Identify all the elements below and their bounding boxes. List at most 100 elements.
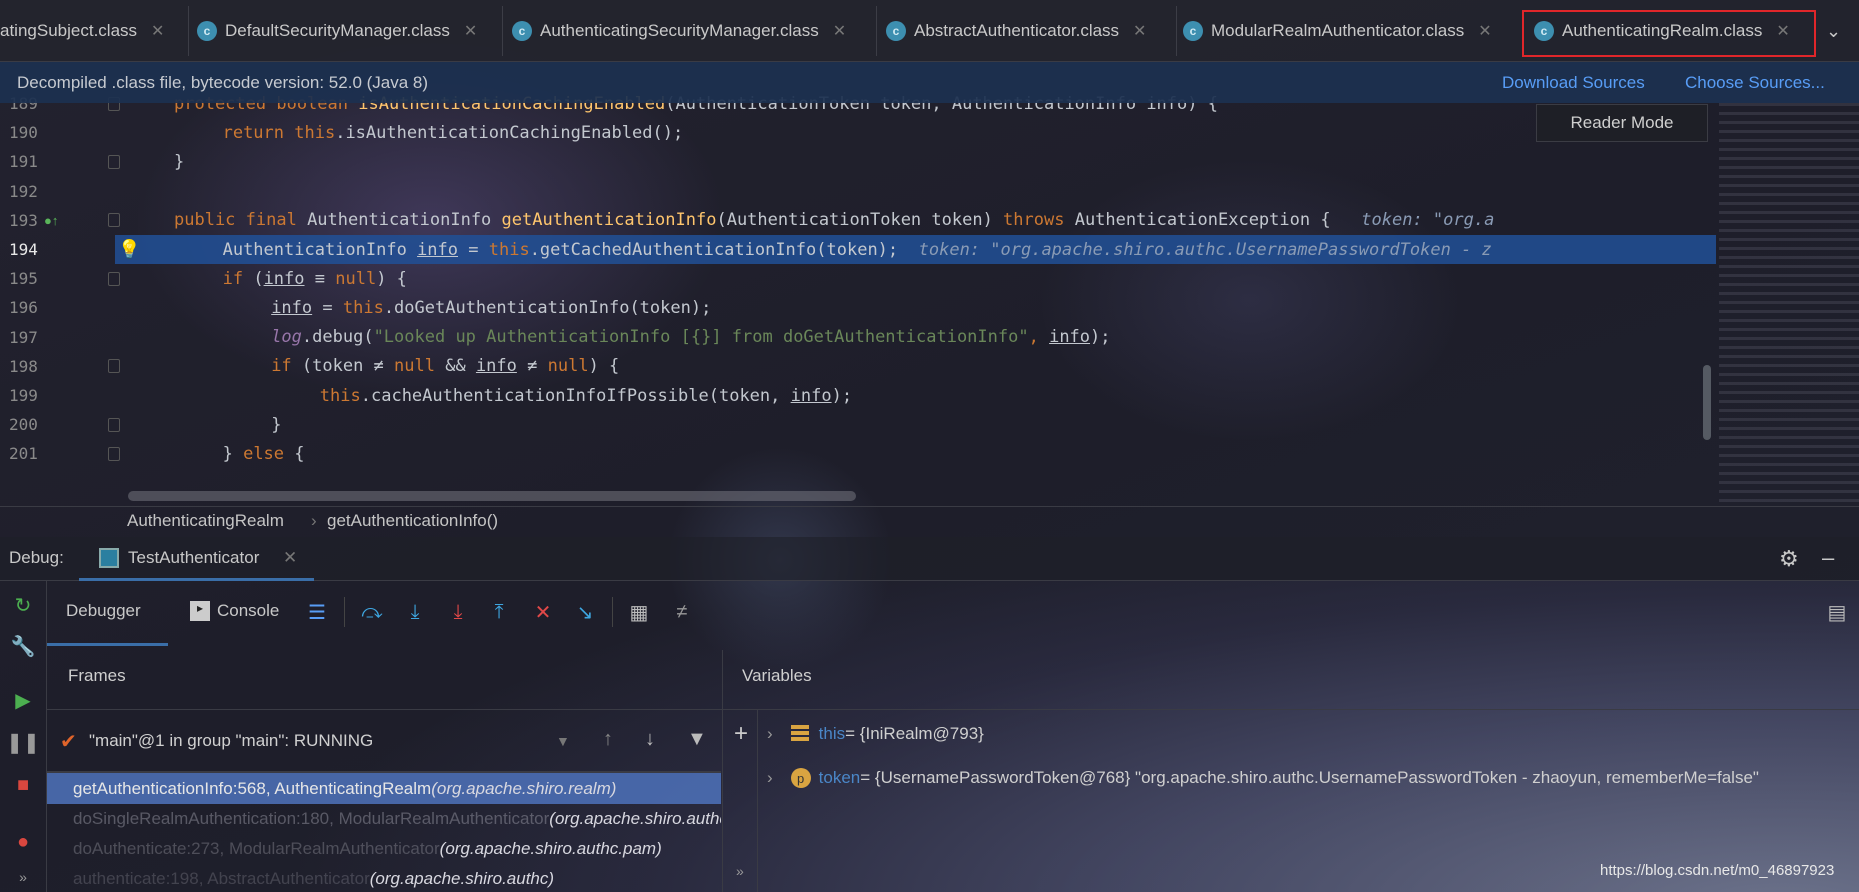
editor-tab[interactable]: c AuthenticatingSecurityManager.class ✕ xyxy=(512,0,846,62)
download-sources-link[interactable]: Download Sources xyxy=(1502,73,1645,93)
filter-icon[interactable]: ▼ xyxy=(687,728,707,751)
drop-frame-icon[interactable]: ✕ xyxy=(531,600,555,624)
line-number[interactable]: 201 xyxy=(9,444,49,463)
code-line[interactable]: 201} else { xyxy=(0,439,1718,468)
override-marker-icon[interactable]: ●↑ xyxy=(44,213,58,228)
close-icon[interactable]: ✕ xyxy=(833,21,846,41)
code-line[interactable]: 200} xyxy=(0,410,1718,439)
code-line[interactable]: 196 info = this.doGetAuthenticationInfo(t… xyxy=(0,293,1718,322)
dropdown-arrow-icon[interactable]: ▼ xyxy=(556,733,570,749)
close-icon[interactable]: ✕ xyxy=(1133,21,1146,41)
close-icon[interactable]: ✕ xyxy=(283,548,297,568)
close-icon[interactable]: ✕ xyxy=(151,21,164,41)
code-line[interactable]: 192 xyxy=(0,177,1718,206)
intention-bulb-icon[interactable]: 💡 xyxy=(118,239,140,260)
gear-icon[interactable]: ⚙ xyxy=(1779,546,1799,572)
step-over-icon[interactable]: ⤼ xyxy=(360,600,384,624)
code-editor[interactable]: 189 protected boolean isAuthenticationCac… xyxy=(0,89,1718,506)
frame-row[interactable]: doSingleRealmAuthentication:180, Modular… xyxy=(47,806,721,832)
step-into-icon[interactable]: ⤓ xyxy=(403,600,427,624)
variables-title: Variables xyxy=(742,666,812,685)
pause-icon[interactable]: ❚❚ xyxy=(6,729,40,755)
fold-marker-icon[interactable] xyxy=(108,271,120,286)
console-icon: ▸ xyxy=(190,601,210,621)
layout-icon[interactable]: ▤ xyxy=(1825,600,1849,624)
code-line[interactable]: 199 this.cacheAuthenticationInfoIfPossibl… xyxy=(0,381,1718,410)
more-icon[interactable]: » xyxy=(10,864,36,890)
line-number[interactable]: 191 xyxy=(9,152,49,171)
reader-mode-button[interactable]: Reader Mode xyxy=(1536,104,1708,142)
minimize-icon[interactable]: – xyxy=(1822,545,1834,571)
frame-row[interactable]: doAuthenticate:273, ModularRealmAuthenti… xyxy=(47,836,721,862)
expand-arrow-icon[interactable]: › xyxy=(767,724,773,744)
code-line[interactable]: 193 ●↑ public final AuthenticationInfo get… xyxy=(0,206,1718,235)
code-line[interactable]: 190 return this.isAuthenticationCachingEn… xyxy=(0,118,1718,147)
editor-tab[interactable]: c AbstractAuthenticator.class ✕ xyxy=(886,0,1146,62)
tab-list-chevron-icon[interactable]: ⌄ xyxy=(1826,0,1841,62)
resume-icon[interactable]: ▶ xyxy=(10,687,36,713)
step-out-icon[interactable]: ⤒ xyxy=(487,600,511,624)
thread-selector[interactable]: "main"@1 in group "main": RUNNING xyxy=(89,731,373,751)
next-frame-icon[interactable]: ↓ xyxy=(645,728,655,751)
choose-sources-link[interactable]: Choose Sources... xyxy=(1685,73,1825,93)
fold-marker-icon[interactable] xyxy=(108,417,120,432)
code-line[interactable]: 197 log.debug("Looked up AuthenticationIn… xyxy=(0,323,1718,352)
variable-row[interactable]: › p token = {UsernamePasswordToken@768} "o… xyxy=(759,763,1759,793)
breadcrumb-method[interactable]: getAuthenticationInfo() xyxy=(327,511,498,531)
code-token: AuthenticationInfo xyxy=(307,210,502,231)
line-number[interactable]: 190 xyxy=(9,123,49,142)
view-breakpoints-icon[interactable]: ● xyxy=(10,829,36,855)
close-icon[interactable]: ✕ xyxy=(464,21,477,41)
close-icon[interactable]: ✕ xyxy=(1478,21,1491,41)
editor-tab[interactable]: c ModularRealmAuthenticator.class ✕ xyxy=(1183,0,1492,62)
frame-row[interactable]: getAuthenticationInfo:568, Authenticatin… xyxy=(47,773,721,804)
code-line[interactable]: 195 if (info ≡ null) { xyxy=(0,264,1718,293)
evaluate-expression-icon[interactable]: ▦ xyxy=(627,600,651,624)
debug-label: Debug: xyxy=(9,548,64,567)
frames-title: Frames xyxy=(68,666,126,685)
run-to-cursor-icon[interactable]: ↘ xyxy=(573,600,597,624)
code-token: token: "org.apache.shiro.authc.UsernameP… xyxy=(918,239,1492,260)
editor-tab[interactable]: c DefaultSecurityManager.class ✕ xyxy=(197,0,477,62)
line-number[interactable]: 197 xyxy=(9,328,49,347)
breadcrumb-class[interactable]: AuthenticatingRealm xyxy=(127,511,284,531)
previous-frame-icon[interactable]: ↑ xyxy=(603,728,613,751)
variable-row[interactable]: › this = {IniRealm@793} xyxy=(759,719,984,749)
show-execution-point-icon[interactable]: ☰ xyxy=(305,600,329,624)
editor-tab-bar: atingSubject.class ✕ c DefaultSecurityMana… xyxy=(0,0,1859,62)
line-number[interactable]: 200 xyxy=(9,415,49,434)
line-number[interactable]: 198 xyxy=(9,357,49,376)
console-tab[interactable]: Console xyxy=(217,601,279,621)
fold-marker-icon[interactable] xyxy=(108,154,120,169)
line-number[interactable]: 193 xyxy=(9,211,49,230)
code-line[interactable]: 198 if (token ≠ null && info ≠ null) { xyxy=(0,352,1718,381)
fold-marker-icon[interactable] xyxy=(108,359,120,374)
line-number[interactable]: 199 xyxy=(9,386,49,405)
code-minimap[interactable] xyxy=(1719,103,1859,506)
line-number[interactable]: 192 xyxy=(9,182,49,201)
panel-splitter[interactable] xyxy=(722,650,723,892)
session-tab[interactable]: TestAuthenticator xyxy=(128,548,259,568)
force-step-into-icon[interactable]: ⤓ xyxy=(446,600,470,624)
fold-marker-icon[interactable] xyxy=(108,213,120,228)
line-number[interactable]: 195 xyxy=(9,269,49,288)
stop-icon[interactable]: ■ xyxy=(10,772,36,798)
frame-row[interactable]: authenticate:198, AbstractAuthenticator … xyxy=(47,866,721,892)
tab-label: ModularRealmAuthenticator.class xyxy=(1211,21,1465,40)
wrench-icon[interactable]: 🔧 xyxy=(10,633,36,659)
add-watch-icon[interactable]: + xyxy=(734,720,748,748)
trace-stream-icon[interactable]: ≠ xyxy=(670,600,694,624)
code-token: .cacheAuthenticationInfoIfPossible(token… xyxy=(360,385,791,406)
more-icon[interactable]: » xyxy=(736,863,744,879)
rerun-icon[interactable]: ↻ xyxy=(10,592,36,618)
vertical-scrollbar[interactable] xyxy=(1703,365,1711,440)
code-line[interactable]: 191} xyxy=(0,147,1718,176)
expand-arrow-icon[interactable]: › xyxy=(767,768,773,788)
debugger-tab[interactable]: Debugger xyxy=(66,601,141,621)
line-number[interactable]: 196 xyxy=(9,298,49,317)
editor-tab[interactable]: atingSubject.class ✕ xyxy=(0,0,164,62)
horizontal-scrollbar[interactable] xyxy=(128,491,856,501)
fold-marker-icon[interactable] xyxy=(108,446,120,461)
line-number[interactable]: 194 xyxy=(9,240,49,259)
code-line[interactable]: 194 💡 AuthenticationInfo info = this.getCa… xyxy=(9,235,1716,264)
